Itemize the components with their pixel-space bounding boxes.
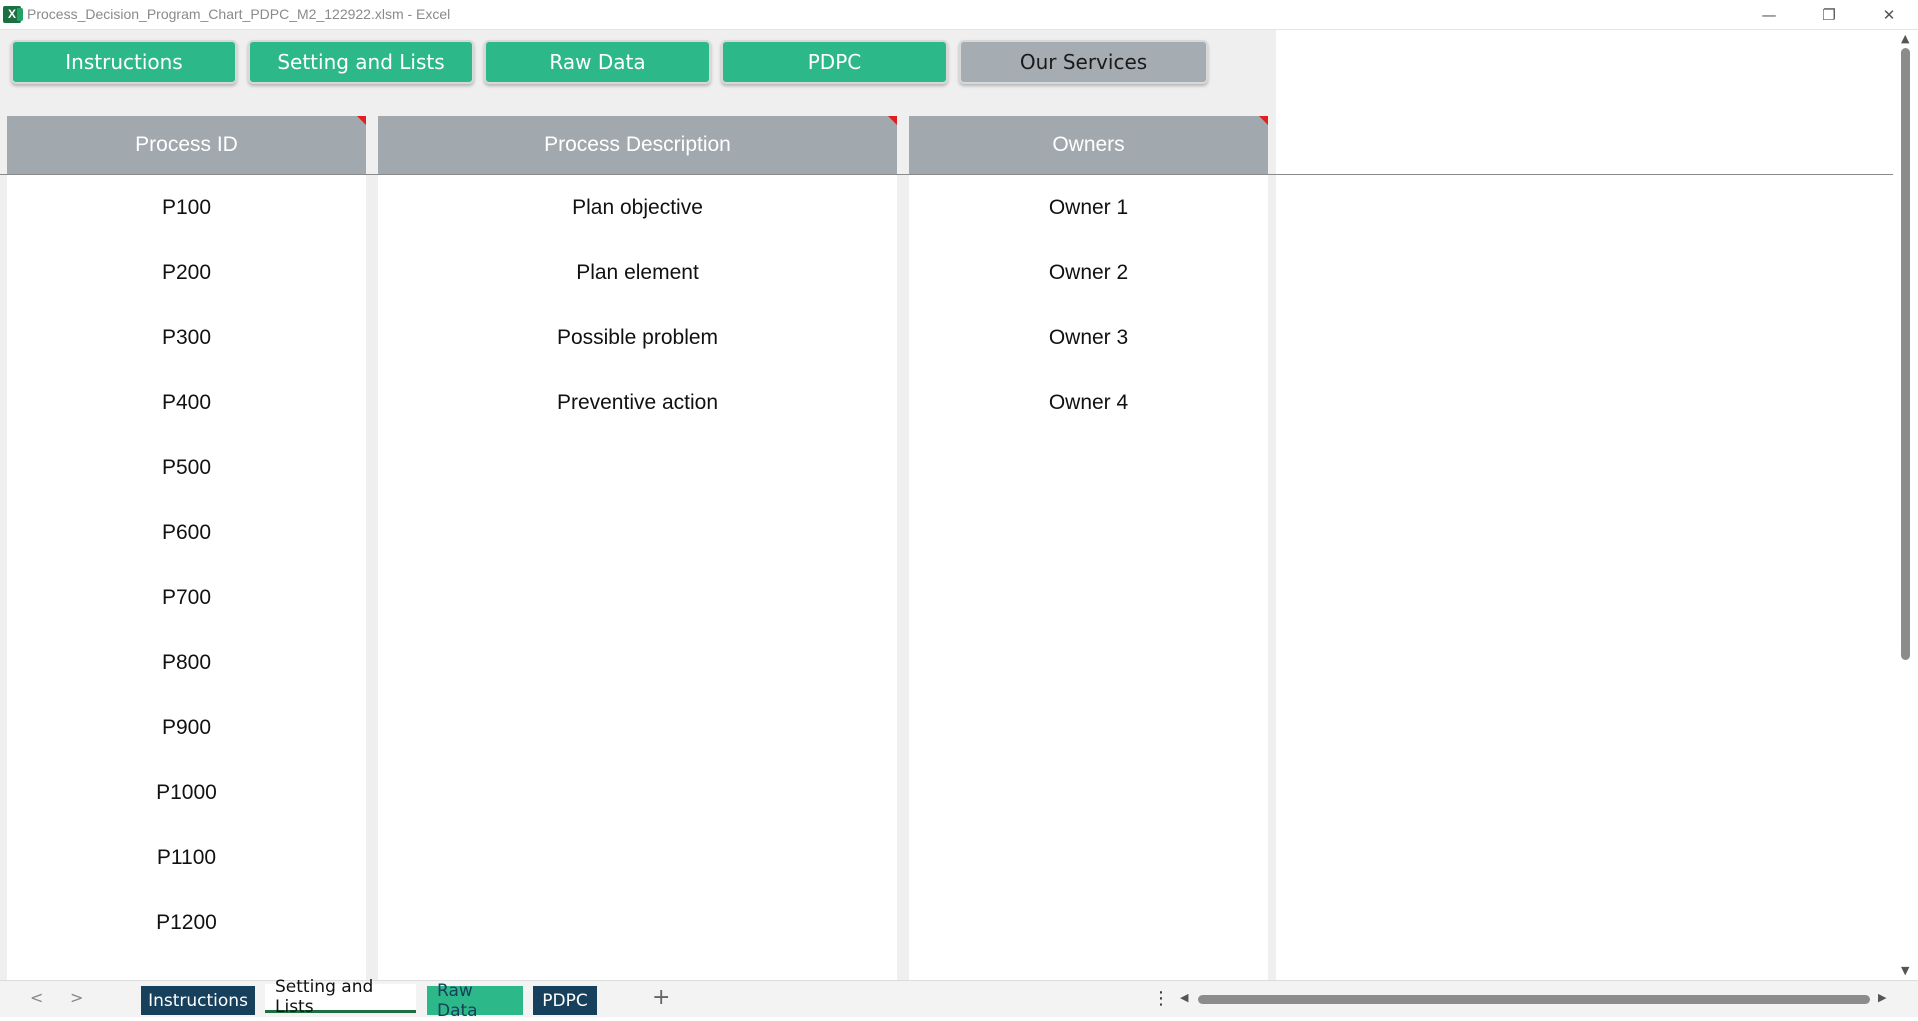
process-id-header-label: Process ID [135,133,238,156]
vertical-scrollbar[interactable]: ▲ ▼ [1893,30,1918,980]
nav-button-setting-and-lists[interactable]: Setting and Lists [248,40,474,84]
horizontal-scrollbar[interactable]: ◀ ▶ [1180,991,1890,1005]
process-description-column: Process Description Plan objective Plan … [378,116,897,980]
process-description-header[interactable]: Process Description [378,116,897,174]
process-id-cell[interactable]: P500 [7,435,366,500]
worksheet-area[interactable]: Instructions Setting and Lists Raw Data … [0,30,1893,980]
frozen-pane-divider [0,174,1893,175]
process-id-cell[interactable]: P300 [7,305,366,370]
process-id-cell[interactable]: P1000 [7,760,366,825]
process-id-cell[interactable]: P900 [7,695,366,760]
process-description-cell[interactable]: Preventive action [378,370,897,435]
horizontal-scroll-thumb[interactable] [1198,995,1870,1004]
prev-sheet-arrow-icon[interactable]: < [30,988,43,1007]
restore-button[interactable]: ❐ [1800,0,1858,29]
scroll-down-arrow-icon[interactable]: ▼ [1901,964,1909,977]
process-description-cell[interactable]: Possible problem [378,305,897,370]
excel-app-icon: X [3,6,23,23]
process-id-cell[interactable]: P800 [7,630,366,695]
comment-indicator-icon[interactable] [1259,116,1268,125]
process-description-cell[interactable]: Plan element [378,240,897,305]
title-bar: X Process_Decision_Program_Chart_PDPC_M2… [0,0,1918,30]
owners-header[interactable]: Owners [909,116,1268,174]
nav-button-instructions[interactable]: Instructions [11,40,237,84]
process-id-header[interactable]: Process ID [7,116,366,174]
owner-cell[interactable]: Owner 4 [909,370,1268,435]
process-id-cell[interactable]: P100 [7,175,366,240]
next-sheet-arrow-icon[interactable]: > [70,988,83,1007]
restore-icon: ❐ [1822,5,1836,24]
excel-icon-letter: X [7,7,16,21]
comment-indicator-icon[interactable] [357,116,366,125]
process-id-cell[interactable]: P200 [7,240,366,305]
sheet-tab-instructions[interactable]: Instructions [141,986,255,1015]
owners-header-label: Owners [1052,133,1125,156]
process-id-cell[interactable]: P600 [7,500,366,565]
close-icon: ✕ [1882,5,1896,24]
owner-cell[interactable]: Owner 1 [909,175,1268,240]
close-window-button[interactable]: ✕ [1860,0,1918,29]
sheet-tab-raw-data[interactable]: Raw Data [427,981,523,1021]
add-sheet-icon[interactable]: + [652,985,670,1010]
vertical-scroll-thumb[interactable] [1901,48,1910,660]
nav-button-our-services[interactable]: Our Services [959,40,1208,84]
sheet-tab-setting-and-lists[interactable]: Setting and Lists [265,977,416,1017]
process-description-cell[interactable]: Plan objective [378,175,897,240]
process-id-cell[interactable]: P1200 [7,890,366,955]
process-id-cell[interactable]: P400 [7,370,366,435]
nav-button-raw-data[interactable]: Raw Data [484,40,711,84]
minimize-button[interactable]: — [1740,0,1798,29]
more-options-icon[interactable]: ⋮ [1152,988,1170,1009]
scroll-up-arrow-icon[interactable]: ▲ [1901,32,1909,45]
sheet-tab-pdpc[interactable]: PDPC [533,986,597,1015]
minimize-icon: — [1761,5,1777,24]
window-title: Process_Decision_Program_Chart_PDPC_M2_1… [27,6,451,22]
process-description-header-label: Process Description [544,133,731,156]
owners-column: Owners Owner 1 Owner 2 Owner 3 Owner 4 [909,116,1268,980]
scroll-left-arrow-icon[interactable]: ◀ [1180,991,1188,1004]
comment-indicator-icon[interactable] [888,116,897,125]
owner-cell[interactable]: Owner 3 [909,305,1268,370]
process-id-cell[interactable]: P700 [7,565,366,630]
process-id-cell[interactable]: P1100 [7,825,366,890]
process-id-column: Process ID P100 P200 P300 P400 P500 P600… [7,116,366,980]
scroll-right-arrow-icon[interactable]: ▶ [1878,991,1886,1004]
nav-button-pdpc[interactable]: PDPC [721,40,948,84]
owner-cell[interactable]: Owner 2 [909,240,1268,305]
sheet-tab-bar: < > Instructions Setting and Lists Raw D… [0,977,1918,1021]
